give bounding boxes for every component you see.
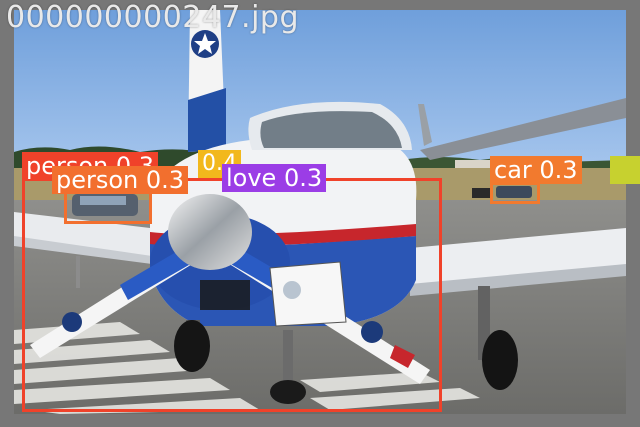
detection-label-lime <box>610 156 640 184</box>
glove-label-text: love 0.3 <box>226 164 323 192</box>
detection-viewer: 000000000247.jpg person 0.3 0.4 love 0.3… <box>0 0 640 427</box>
car-label-text: car 0.3 <box>494 156 578 184</box>
detection-box-person-small <box>64 190 152 224</box>
person-small-label-text: person 0.3 <box>56 166 185 194</box>
detection-label-glove: love 0.3 <box>222 164 327 192</box>
detection-box-car <box>490 182 540 204</box>
detection-label-person-small: person 0.3 <box>52 166 189 194</box>
right-wheel <box>482 330 518 390</box>
image-filename: 000000000247.jpg <box>6 0 299 35</box>
detection-label-car: car 0.3 <box>490 156 582 184</box>
